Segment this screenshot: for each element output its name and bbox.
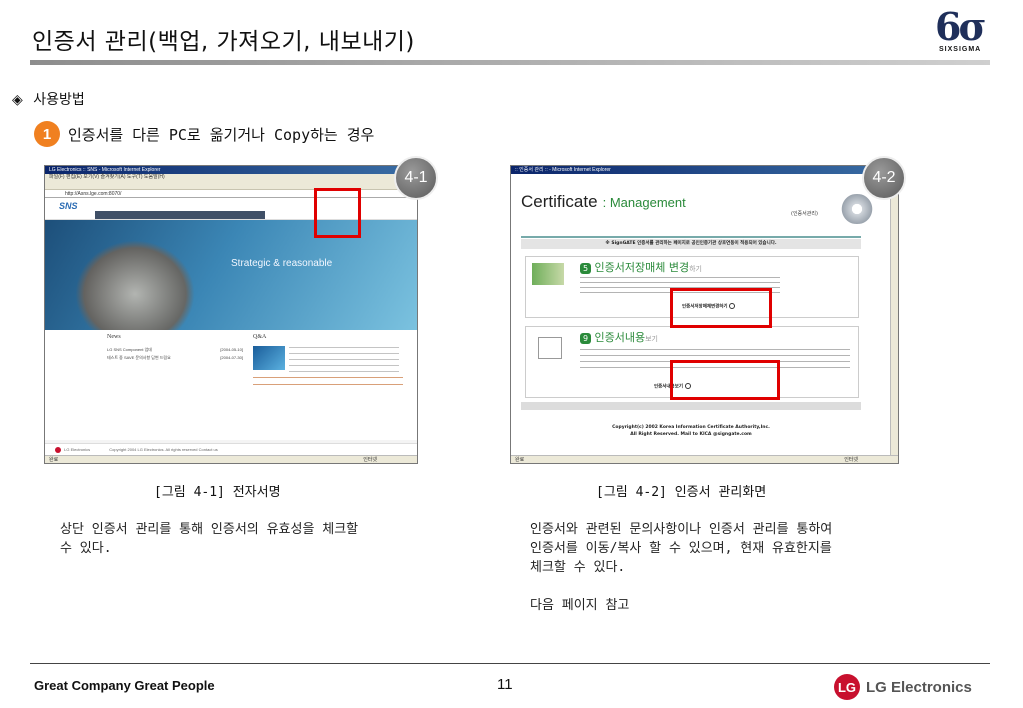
figure2-header-tag: (인증서관리): [791, 211, 818, 217]
figure1-qa-lines: [289, 347, 399, 373]
news-item[interactable]: LG SNS Component 업데 [2004-05-10]: [107, 346, 243, 354]
figure2-scrollbar[interactable]: [890, 174, 898, 456]
figure2-notice: ※ SignGATE 인증서를 관리하는 페이지로 공인인증기관 상호연동이 적…: [521, 239, 861, 249]
figure2-bottom-bar: [521, 402, 861, 410]
figure1-qa-image: [253, 346, 285, 370]
page-number: 11: [497, 676, 513, 693]
figure1-banner: Strategic & reasonable: [45, 220, 417, 335]
sixsigma-logo: 6σ SIXSIGMA: [935, 4, 995, 58]
sixsigma-mark: 6σ: [935, 4, 986, 49]
left-paragraph-line: 수 있다.: [60, 541, 112, 556]
right-paragraph: 인증서와 관련된 문의사항이나 인증서 관리를 통하여 인증서를 이동/복사 할…: [530, 520, 832, 615]
figure2-header: Certificate : Management (인증서관리): [521, 192, 881, 232]
footer-rule: [30, 663, 990, 664]
figure2-statusbar: 완료 인터넷: [511, 455, 898, 463]
figure2-section1-title: 인증서저장매체 변경: [594, 261, 690, 274]
figure1-address: http://Asns.lge.com:8070/: [65, 191, 122, 197]
figure2-status: 완료: [515, 457, 525, 463]
figure2-badge: 4-2: [862, 156, 906, 200]
figure2-section2-num: 9: [580, 333, 591, 344]
figure2-status-zone: 인터넷: [844, 457, 858, 463]
figure1-content: News LG SNS Component 업데 [2004-05-10] 테스트…: [45, 330, 417, 440]
figure1-copyright: Copyright 2004 LG Electronics. All right…: [109, 447, 218, 452]
news-item[interactable]: 테스트 중 SAVE 문의사항 답변 드림요 [2004-07-30]: [107, 354, 243, 362]
figure1-status-zone: 인터넷: [363, 457, 377, 463]
page-title: 인증서 관리(백업, 가져오기, 내보내기): [32, 29, 415, 55]
section-heading: ◈ 사용방법: [12, 89, 85, 109]
certificate-doc-icon: [538, 337, 562, 359]
figure1-news-title: News: [107, 334, 121, 340]
usb-drive-icon: [532, 263, 564, 285]
figure1-link-lines: [253, 377, 403, 391]
figure1-toolbar: [45, 181, 417, 190]
figure1-news-list: LG SNS Component 업데 [2004-05-10] 테스트 중 SA…: [107, 346, 243, 362]
lg-logo: LG LG Electronics: [834, 674, 972, 700]
diamond-bullet-icon: ◈: [12, 92, 23, 108]
lg-face-icon: LG: [834, 674, 860, 700]
figure1-qa-title: Q&A: [253, 334, 267, 340]
figure1-nav-strip: [95, 211, 265, 219]
figure2-copyright-line1: Copyright(c) 2002 Korea Information Cert…: [612, 425, 770, 430]
figure2-section1-suffix: 하기: [689, 265, 702, 273]
right-note: 다음 페이지 참고: [530, 598, 630, 613]
figure1-screenshot: LG Electronics :: SNS - Microsoft Intern…: [44, 165, 418, 464]
figure2-section2-title: 인증서내용: [594, 331, 646, 344]
right-paragraph-line: 인증서를 이동/복사 할 수 있으며, 현재 유효한지를: [530, 541, 832, 556]
figure1-highlight-box: [314, 188, 361, 238]
figure2-header-sub: : Management: [602, 195, 686, 210]
figure1-badge: 4-1: [394, 156, 438, 200]
figure2-section2-suffix: 보기: [645, 335, 658, 343]
figure1-banner-people: [75, 240, 195, 330]
figure1-statusbar: 완료 인터넷: [45, 455, 417, 463]
right-paragraph-line: 인증서와 관련된 문의사항이나 인증서 관리를 통하여: [530, 522, 833, 537]
figure1-address-bar: http://Asns.lge.com:8070/: [45, 190, 417, 198]
header-rule: [30, 60, 990, 65]
figure1-footer-company: LG Electronics: [64, 447, 91, 452]
figure2-section1-heading: 5 인증서저장매체 변경하기: [580, 259, 702, 275]
figure1-window-title: LG Electronics :: SNS - Microsoft Intern…: [45, 166, 417, 174]
figure1-site-header: SNS: [45, 198, 417, 220]
step-number-badge: 1: [34, 121, 60, 147]
figure2-highlight-box-1: [670, 288, 772, 328]
step-text: 인증서를 다른 PC로 옮기거나 Copy하는 경우: [68, 125, 375, 144]
figure1-banner-text: Strategic & reasonable: [231, 258, 333, 269]
left-paragraph: 상단 인증서 관리를 통해 인증서의 유효성을 체크할 수 있다.: [60, 520, 358, 558]
lg-brand-text: LG Electronics: [866, 678, 972, 696]
figure2-highlight-box-2: [670, 360, 780, 400]
figure1-menubar: 파일(F) 편집(E) 보기(V) 즐겨찾기(A) 도구(T) 도움말(H): [45, 174, 417, 181]
step-heading: 1 인증서를 다른 PC로 옮기거나 Copy하는 경우: [34, 121, 374, 147]
footer-slogan: Great Company Great People: [34, 678, 215, 693]
figure2-cd-icon: [837, 194, 877, 224]
section-label: 사용방법: [33, 92, 85, 108]
sixsigma-text: SIXSIGMA: [939, 46, 982, 53]
figure1-status: 완료: [49, 457, 59, 463]
figure2-section1-num: 5: [580, 263, 591, 274]
left-paragraph-line: 상단 인증서 관리를 통해 인증서의 유효성을 체크할: [60, 522, 359, 537]
figure1-site-logo: SNS: [59, 201, 78, 211]
figure1-caption: [그림 4-1] 전자서명: [154, 485, 281, 500]
figure2-caption: [그림 4-2] 인증서 관리화면: [596, 485, 767, 500]
figure2-section2-heading: 9 인증서내용보기: [580, 329, 658, 345]
figure1-footer: LG Electronics Copyright 2004 LG Electro…: [45, 443, 417, 455]
figure1-footer-logo-icon: [55, 446, 61, 453]
figure2-header-word: Certificate: [521, 192, 598, 211]
figure2-header-rule: [521, 236, 861, 238]
right-paragraph-line: 체크할 수 있다.: [530, 560, 626, 575]
figure2-copyright-line2: All Right Reserved. Mail to KICA @signga…: [630, 432, 752, 437]
figure2-copyright: Copyright(c) 2002 Korea Information Cert…: [521, 424, 861, 438]
figure2-window-title: :: 인증서 관리 :: - Microsoft Internet Explor…: [511, 166, 898, 174]
